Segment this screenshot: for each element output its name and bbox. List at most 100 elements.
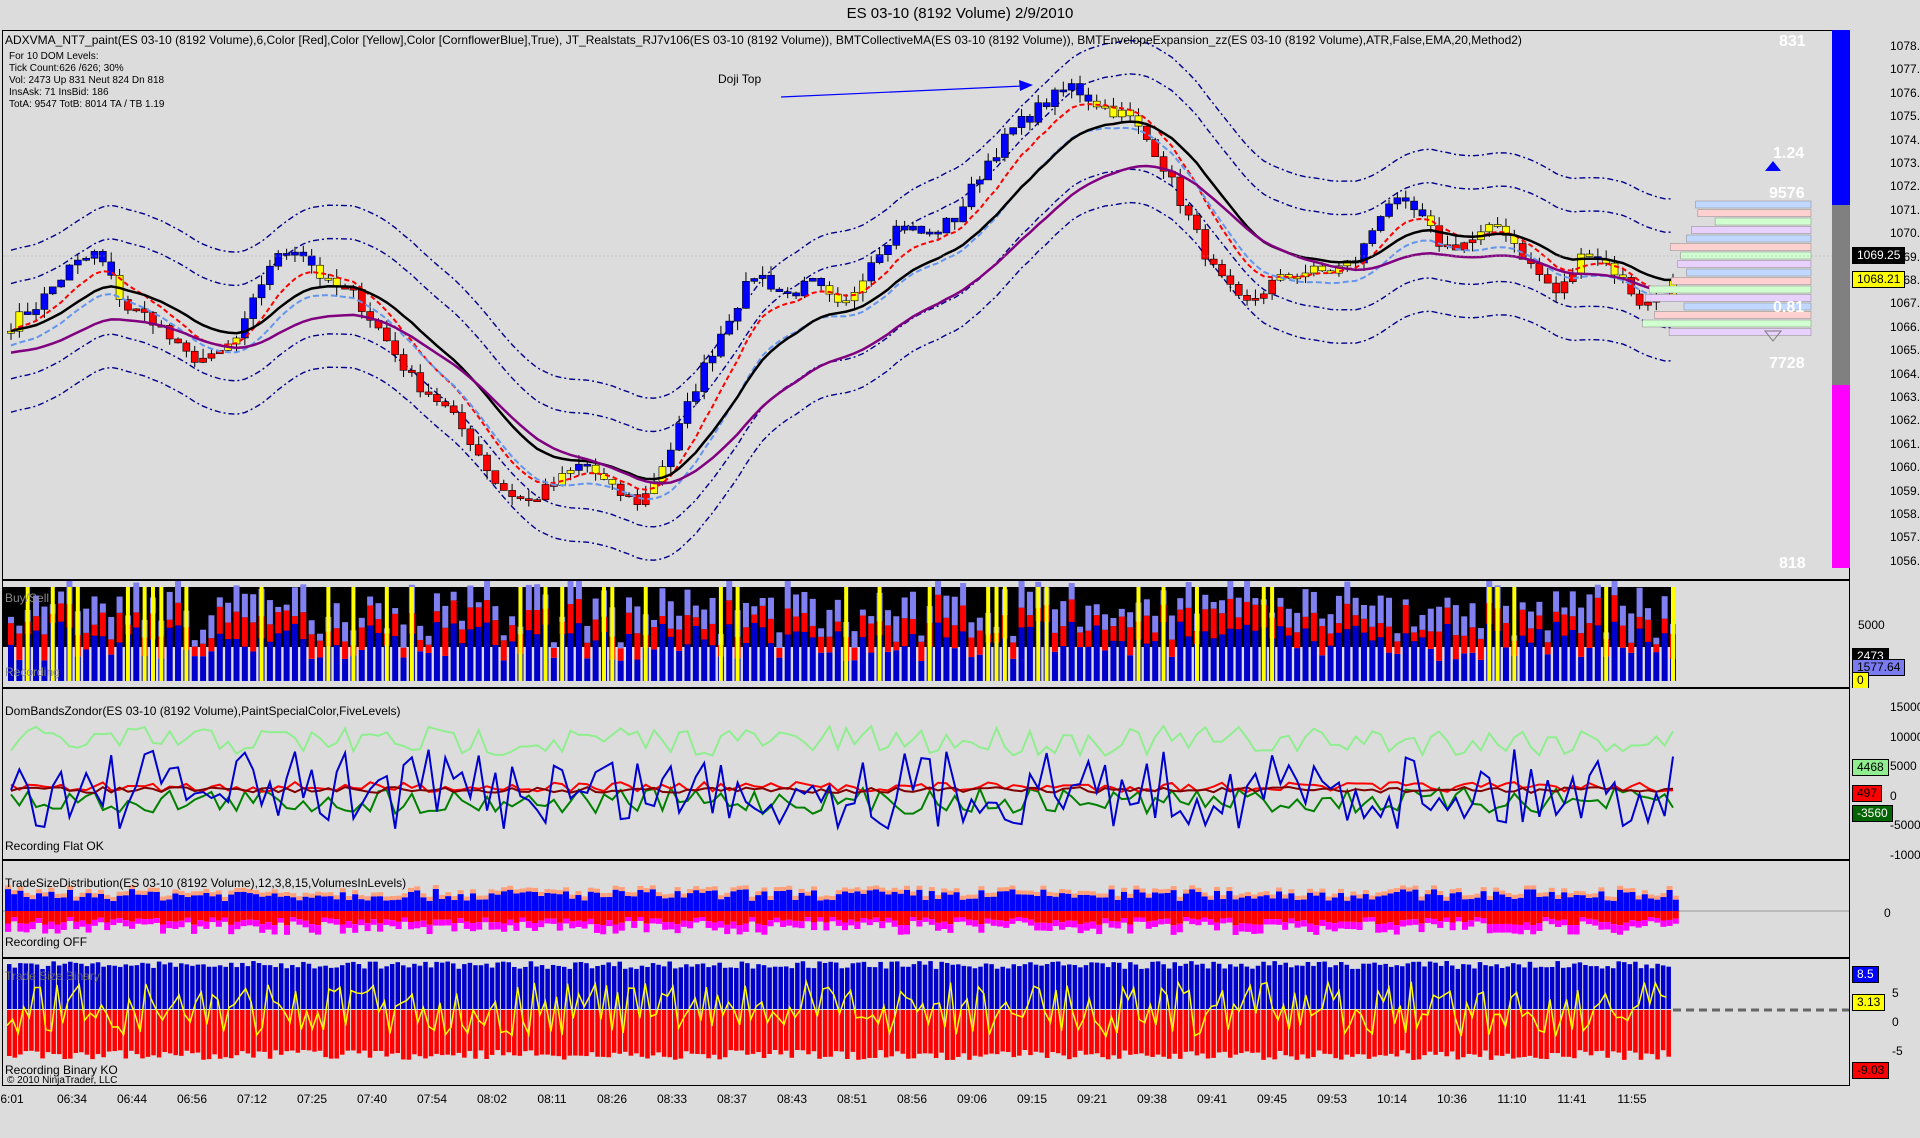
neutral-volume-bar [584,625,591,643]
tradesize-up-bar [693,890,700,911]
sell-volume-bar [1010,642,1017,659]
sell-volume-bar [909,618,916,635]
candle-body [291,251,299,256]
tradesize-down-bar [792,911,799,921]
binary-down-bar [656,1010,661,1053]
tradesize-large-bar [997,887,1003,892]
binary-up-bar [367,961,373,1009]
tradesize-large-bar [383,896,390,901]
buy-volume-bar [776,657,783,681]
tradesize-down-bar [482,911,489,918]
signal-bar [1194,587,1199,681]
doji-arrow-line [780,85,1024,98]
binary-up-bar [700,963,706,1009]
tradesize-block-bar [662,922,669,930]
time-axis-tick: 08:51 [836,1092,868,1106]
tradesize-block-bar [1431,918,1437,925]
tradesize-up-bar [85,893,92,911]
dombands-panel[interactable]: DomBandsZondor(ES 03-10 (8192 Volume),Pa… [2,688,1850,860]
tradesize-block-bar [1437,921,1444,928]
tradesize-down-bar [730,911,737,922]
sell-volume-bar [133,612,140,628]
candle-body [1376,216,1385,231]
tradesize-down-bar [358,911,365,920]
sell-volume-bar [793,616,800,632]
tradesize-down-bar [594,911,600,925]
candle-body [533,499,541,502]
collective-ma-line [10,120,1674,481]
tradesize-up-bar [1183,893,1189,911]
candle-body [1552,282,1560,294]
sell-volume-bar [208,638,215,652]
time-axis-tick: 08:26 [596,1092,628,1106]
tradesize-block-bar [1034,922,1041,931]
tradesize-large-bar [966,894,972,899]
tradesize-down-bar [1257,911,1264,925]
sell-volume-bar [1661,618,1668,634]
tradesize-up-bar [532,891,538,911]
tradesize-axis[interactable]: 0 [1850,860,1920,956]
sell-volume-bar [175,602,182,626]
binary-down-bar [1266,1010,1272,1058]
tradesize-large-bar [674,887,681,892]
tradesize-block-bar [141,919,148,925]
tradesize-up-bar [494,894,501,911]
tradesize-down-bar [1145,911,1152,922]
tradesize-down-bar [916,911,923,921]
signal-bar [844,587,849,681]
binary-up-bar [734,967,739,1009]
sell-volume-bar [1344,603,1351,630]
tradesize-up-bar [1065,893,1072,911]
tradesize-block-bar [866,919,873,926]
tradesize-down-bar [947,911,954,925]
tradesize-up-bar [172,893,179,911]
time-axis-tick: 09:15 [1016,1092,1048,1106]
buy-volume-bar [275,633,282,681]
tradesize-block-bar [699,917,706,922]
tradesize-up-bar [1232,899,1239,911]
tradesize-block-bar [1288,918,1295,924]
tradesize-block-bar [1542,917,1549,922]
sell-volume-bar [534,610,541,635]
signal-bar [67,587,72,681]
binary-down-bar [645,1010,650,1059]
tradesize-large-bar [346,895,352,900]
sell-volume-bar [1394,641,1401,654]
sell-volume-bar [392,613,399,637]
tradesize-down-bar [1623,911,1630,923]
binary-up-bar [1366,963,1372,1009]
tradesize-block-bar [389,920,396,927]
tradesize-block-bar [1127,924,1134,934]
tradesize-up-bar [1635,899,1642,911]
tradesize-up-bar [860,893,867,911]
tradesize-large-bar [1573,890,1580,895]
tradesize-up-bar [978,890,985,911]
buy-volume-bar [617,660,624,681]
price-axis[interactable]: 1078.001077.001076.001075.001074.001073.… [1850,30,1920,578]
binary-panel[interactable]: Trade Size Binary Recording Binary KO © … [2,958,1850,1086]
sell-volume-bar [1210,608,1217,639]
binary-down-bar [1488,1010,1494,1060]
binary-up-bar [240,962,245,1009]
tradesize-up-bar [48,891,55,911]
tradesize-down-bar [618,911,625,923]
tradesize-up-bar [705,890,712,911]
tradesize-up-bar [724,896,731,911]
tradesize-panel[interactable]: TradeSizeDistribution(ES 03-10 (8192 Vol… [2,860,1850,958]
neutral-volume-bar [1294,612,1301,633]
candle-body [959,206,967,223]
tradesize-up-bar [1288,893,1295,911]
tradesize-down-bar [1183,911,1189,918]
tradesize-large-bar [1139,888,1146,893]
neutral-volume-bar [1653,637,1660,645]
buysell-panel[interactable]: Buy/Sell Recording [2,580,1850,688]
price-panel[interactable]: ADXVMA_NT7_paint(ES 03-10 (8192 Volume),… [2,30,1850,580]
tradesize-down-bar [73,911,80,922]
tradesize-up-bar [1294,899,1301,911]
buy-volume-bar [1118,641,1125,681]
tradesize-down-bar [197,911,204,921]
tradesize-large-bar [439,894,445,899]
tradesize-down-bar [5,911,11,924]
binary-up-bar [1383,963,1388,1009]
sell-volume-bar [659,615,666,624]
